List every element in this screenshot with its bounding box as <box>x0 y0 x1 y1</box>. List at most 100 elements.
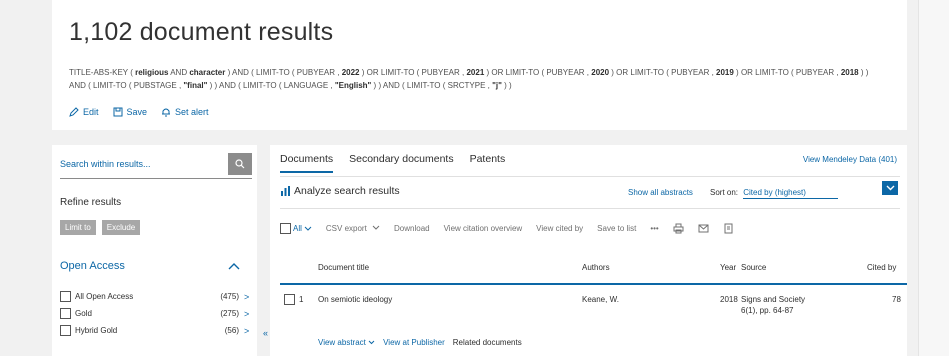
document-cited-by-count[interactable]: 78 <box>892 295 901 304</box>
query-segment: ) OR LIMIT-TO ( PUBYEAR , <box>484 68 592 77</box>
collapse-sidebar-icon[interactable]: « <box>263 328 268 338</box>
facet-label: All Open Access <box>75 292 134 301</box>
row-select: 1 <box>284 294 303 305</box>
document-source-name[interactable]: Signs and Society <box>741 295 805 304</box>
edit-button[interactable]: Edit <box>69 107 99 117</box>
chevron-down-icon <box>372 225 380 230</box>
sort-dropdown-button[interactable] <box>882 181 898 195</box>
view-abstract-link[interactable]: View abstract <box>318 338 375 347</box>
column-header-year[interactable]: Year <box>720 263 736 272</box>
chevron-right-icon[interactable]: > <box>244 292 252 302</box>
set-alert-button[interactable]: Set alert <box>161 107 209 117</box>
bell-icon <box>162 108 171 117</box>
facet-label: Gold <box>75 309 92 318</box>
csv-export-dropdown[interactable]: CSV export <box>326 224 380 233</box>
search-within-box <box>60 153 252 179</box>
chevron-right-icon[interactable]: > <box>244 326 252 336</box>
view-cited-by-button[interactable]: View cited by <box>536 224 583 233</box>
download-button[interactable]: Download <box>394 224 430 233</box>
row-checkbox[interactable] <box>284 294 295 305</box>
document-authors[interactable]: Keane, W. <box>582 295 619 304</box>
save-to-list-button[interactable]: Save to list <box>597 224 636 233</box>
query-segment: 2019 <box>716 68 734 77</box>
exclude-button[interactable]: Exclude <box>101 220 141 235</box>
save-button[interactable]: Save <box>113 107 148 117</box>
query-segment: 2021 <box>466 68 485 77</box>
analyze-search-results-link[interactable]: Analyze search results <box>280 185 400 197</box>
tab-documents[interactable]: Documents <box>280 153 334 173</box>
query-segment: 2022 <box>341 68 360 77</box>
email-icon[interactable] <box>698 223 709 234</box>
facet-label: Hybrid Gold <box>75 326 118 335</box>
chevron-down-icon <box>368 340 375 345</box>
column-header-source[interactable]: Source <box>741 263 766 272</box>
facet-item-hybrid-gold[interactable]: Hybrid Gold (56) > <box>60 322 252 339</box>
view-at-publisher-link[interactable]: View at Publisher <box>383 338 445 347</box>
facet-item-all-open-access[interactable]: All Open Access (475) > <box>60 288 252 305</box>
query-segment: AND <box>168 68 190 77</box>
view-mendeley-data-link[interactable]: View Mendeley Data (401) <box>803 155 897 164</box>
all-label: All <box>293 224 302 233</box>
query-segment: 2020 <box>591 68 610 77</box>
tab-secondary-documents[interactable]: Secondary documents <box>349 153 453 173</box>
query-segment: religious <box>135 68 169 77</box>
query-segment: "j" <box>492 81 502 90</box>
row-actions: View abstract View at Publisher Related … <box>318 338 522 347</box>
document-source-detail: 6(1), pp. 64-87 <box>741 306 794 315</box>
document-title-link[interactable]: On semiotic ideology <box>318 295 392 304</box>
pencil-icon <box>69 107 79 117</box>
chevron-down-icon <box>886 185 894 191</box>
checkbox[interactable] <box>60 308 71 319</box>
refine-sidebar: Refine results Limit to Exclude Open Acc… <box>52 145 257 356</box>
open-access-title: Open Access <box>60 260 125 272</box>
checkbox[interactable] <box>60 291 71 302</box>
query-segment: "English" <box>334 81 372 90</box>
search-icon <box>235 159 245 169</box>
chevron-right-icon[interactable]: > <box>244 309 252 319</box>
checkbox[interactable] <box>60 325 71 336</box>
query-segment: TITLE-ABS-KEY ( <box>69 68 136 77</box>
bibliography-icon[interactable] <box>723 223 734 234</box>
result-tabs: Documents Secondary documents Patents <box>280 153 505 173</box>
limit-exclude-buttons: Limit to Exclude <box>60 220 141 235</box>
column-header-document-title[interactable]: Document title <box>318 263 369 272</box>
facet-count: (475) <box>220 292 239 301</box>
view-citation-overview-button[interactable]: View citation overview <box>444 224 523 233</box>
results-toolbar: All CSV export Download View citation ov… <box>280 223 748 234</box>
column-header-cited-by[interactable]: Cited by <box>867 263 896 272</box>
facet-count: (56) <box>224 326 239 335</box>
limit-to-button[interactable]: Limit to <box>60 220 96 235</box>
related-documents-link[interactable]: Related documents <box>453 338 522 347</box>
save-icon <box>113 107 123 117</box>
query-segment: ) OR LIMIT-TO ( PUBYEAR , <box>609 68 717 77</box>
chevron-down-icon <box>304 226 312 231</box>
query-actions: Edit Save Set alert <box>69 107 209 117</box>
document-year: 2018 <box>720 295 738 304</box>
search-within-input[interactable] <box>60 159 225 169</box>
sort-label: Sort on: <box>710 188 739 197</box>
view-abstract-label: View abstract <box>318 338 366 347</box>
query-segment: ) OR LIMIT-TO ( PUBYEAR , <box>733 68 841 77</box>
select-all-checkbox[interactable] <box>280 223 291 234</box>
results-panel: Documents Secondary documents Patents Vi… <box>270 145 907 356</box>
search-within-button[interactable] <box>228 153 252 175</box>
open-access-list: All Open Access (475) > Gold (275) > Hyb… <box>60 288 252 339</box>
facet-item-gold[interactable]: Gold (275) > <box>60 305 252 322</box>
tab-patents[interactable]: Patents <box>470 153 506 173</box>
sort-select[interactable]: Cited by (highest) <box>743 188 839 199</box>
query-segment: ) AND ( LIMIT-TO ( PUBYEAR , <box>225 68 342 77</box>
bar-chart-icon <box>281 186 290 196</box>
open-access-facet-header[interactable]: Open Access <box>60 260 240 272</box>
print-icon[interactable] <box>673 223 684 234</box>
chevron-up-icon[interactable] <box>228 262 240 270</box>
right-scroll-strip <box>918 0 949 356</box>
save-label: Save <box>126 107 148 117</box>
results-count-title: 1,102 document results <box>69 18 334 46</box>
show-all-abstracts-link[interactable]: Show all abstracts <box>628 188 693 197</box>
sort-control: Sort on: Cited by (highest) <box>710 188 839 199</box>
set-alert-label: Set alert <box>175 107 209 117</box>
column-header-authors[interactable]: Authors <box>582 263 610 272</box>
more-options-button[interactable]: ••• <box>650 224 658 233</box>
select-all-dropdown[interactable]: All <box>280 223 312 234</box>
search-query-string: TITLE-ABS-KEY ( religious AND character … <box>69 66 869 92</box>
